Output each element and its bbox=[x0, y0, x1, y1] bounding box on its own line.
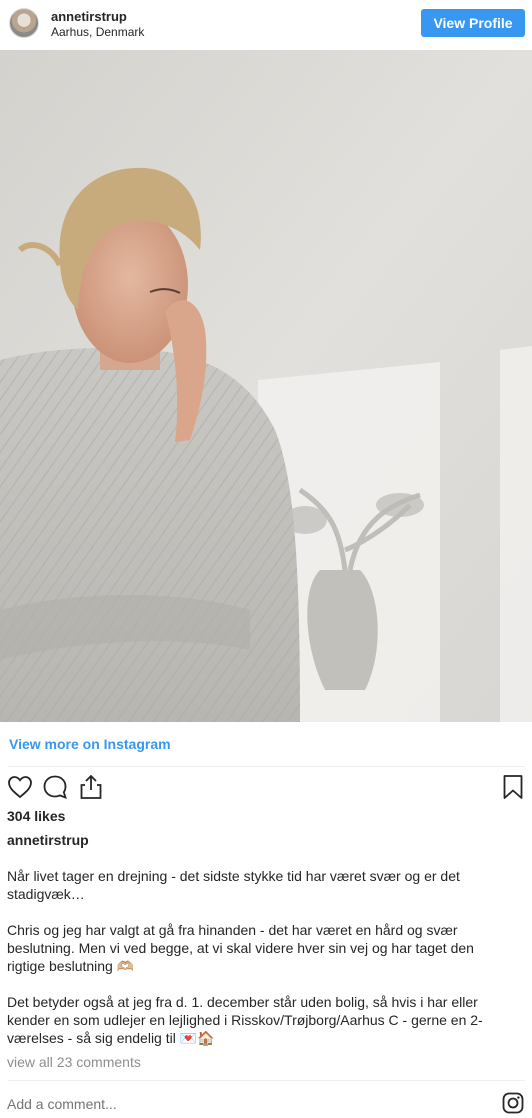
caption-paragraph: Når livet tager en drejning - det sidste… bbox=[7, 868, 464, 902]
divider bbox=[8, 1080, 525, 1081]
add-comment-input[interactable] bbox=[7, 1096, 407, 1112]
view-comments-link[interactable]: view all 23 comments bbox=[7, 1054, 141, 1070]
comment-bubble-icon[interactable] bbox=[41, 773, 69, 801]
caption-text: Når livet tager en drejning - det sidste… bbox=[7, 867, 512, 1047]
bookmark-icon[interactable] bbox=[499, 773, 527, 801]
caption-username[interactable]: annetirstrup bbox=[7, 832, 89, 848]
user-block: annetirstrup Aarhus, Denmark bbox=[51, 9, 144, 40]
view-more-link[interactable]: View more on Instagram bbox=[9, 736, 171, 752]
avatar[interactable] bbox=[9, 8, 39, 38]
heart-icon[interactable] bbox=[6, 773, 34, 801]
location[interactable]: Aarhus, Denmark bbox=[51, 25, 144, 40]
instagram-logo-icon[interactable] bbox=[502, 1092, 524, 1114]
username[interactable]: annetirstrup bbox=[51, 9, 144, 24]
divider bbox=[8, 766, 525, 767]
caption-paragraph: Chris og jeg har valgt at gå fra hinande… bbox=[7, 922, 478, 974]
action-bar bbox=[0, 773, 532, 803]
share-icon[interactable] bbox=[77, 773, 105, 801]
caption-paragraph: Det betyder også at jeg fra d. 1. decemb… bbox=[7, 994, 483, 1046]
post-photo[interactable] bbox=[0, 50, 532, 722]
likes-count[interactable]: 304 likes bbox=[7, 808, 65, 824]
post-header: annetirstrup Aarhus, Denmark View Profil… bbox=[0, 0, 532, 48]
view-profile-button[interactable]: View Profile bbox=[421, 9, 525, 37]
post-photo-image bbox=[0, 50, 532, 722]
